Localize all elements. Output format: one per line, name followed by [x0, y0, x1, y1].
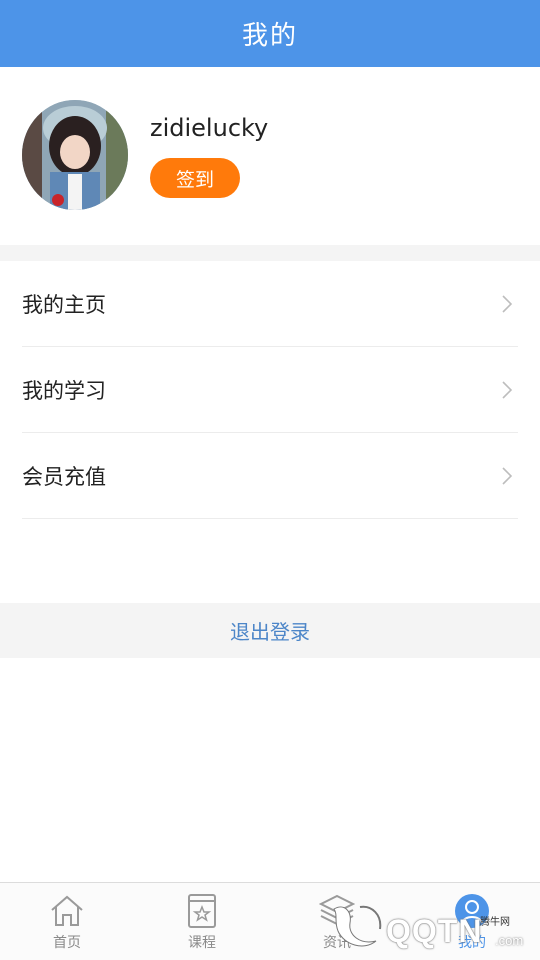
profile-page: 我的 zidielucky 签到 我的主页 我的学习 会员充值 退出登录 首页 … [0, 0, 540, 960]
course-book-icon [188, 894, 216, 928]
menu-item-label: 会员充值 [22, 464, 106, 489]
avatar[interactable] [22, 100, 128, 210]
chevron-right-icon [502, 295, 513, 313]
avatar-photo [22, 100, 128, 210]
logout-section: 退出登录 [0, 603, 540, 658]
tab-label: 我的 [458, 935, 486, 951]
tab-home[interactable]: 首页 [17, 893, 117, 955]
home-icon [51, 895, 83, 926]
profile-card: zidielucky 签到 [0, 67, 540, 245]
chevron-right-icon [502, 381, 513, 399]
layers-icon [319, 894, 355, 926]
bottom-tab-bar: 首页 课程 资讯 我的 [0, 882, 540, 960]
user-icon [455, 894, 489, 928]
menu-item-homepage[interactable]: 我的主页 [22, 261, 518, 347]
checkin-button[interactable]: 签到 [150, 158, 240, 198]
tab-courses[interactable]: 课程 [152, 893, 252, 955]
tab-news[interactable]: 资讯 [287, 893, 387, 955]
menu-list: 我的主页 我的学习 会员充值 [0, 261, 540, 519]
menu-item-membership-recharge[interactable]: 会员充值 [22, 433, 518, 519]
tab-label: 课程 [188, 935, 216, 951]
tab-label: 首页 [53, 935, 81, 951]
username: zidielucky [150, 114, 269, 142]
menu-item-label: 我的主页 [22, 292, 106, 317]
tab-mine[interactable]: 我的 [422, 893, 522, 955]
logout-button[interactable]: 退出登录 [230, 616, 310, 645]
chevron-right-icon [502, 467, 513, 485]
tab-label: 资讯 [323, 935, 351, 951]
page-title: 我的 [241, 21, 298, 51]
menu-item-my-learning[interactable]: 我的学习 [22, 347, 518, 433]
section-divider [0, 245, 540, 261]
top-app-bar: 我的 [0, 0, 540, 67]
menu-item-label: 我的学习 [22, 378, 106, 403]
